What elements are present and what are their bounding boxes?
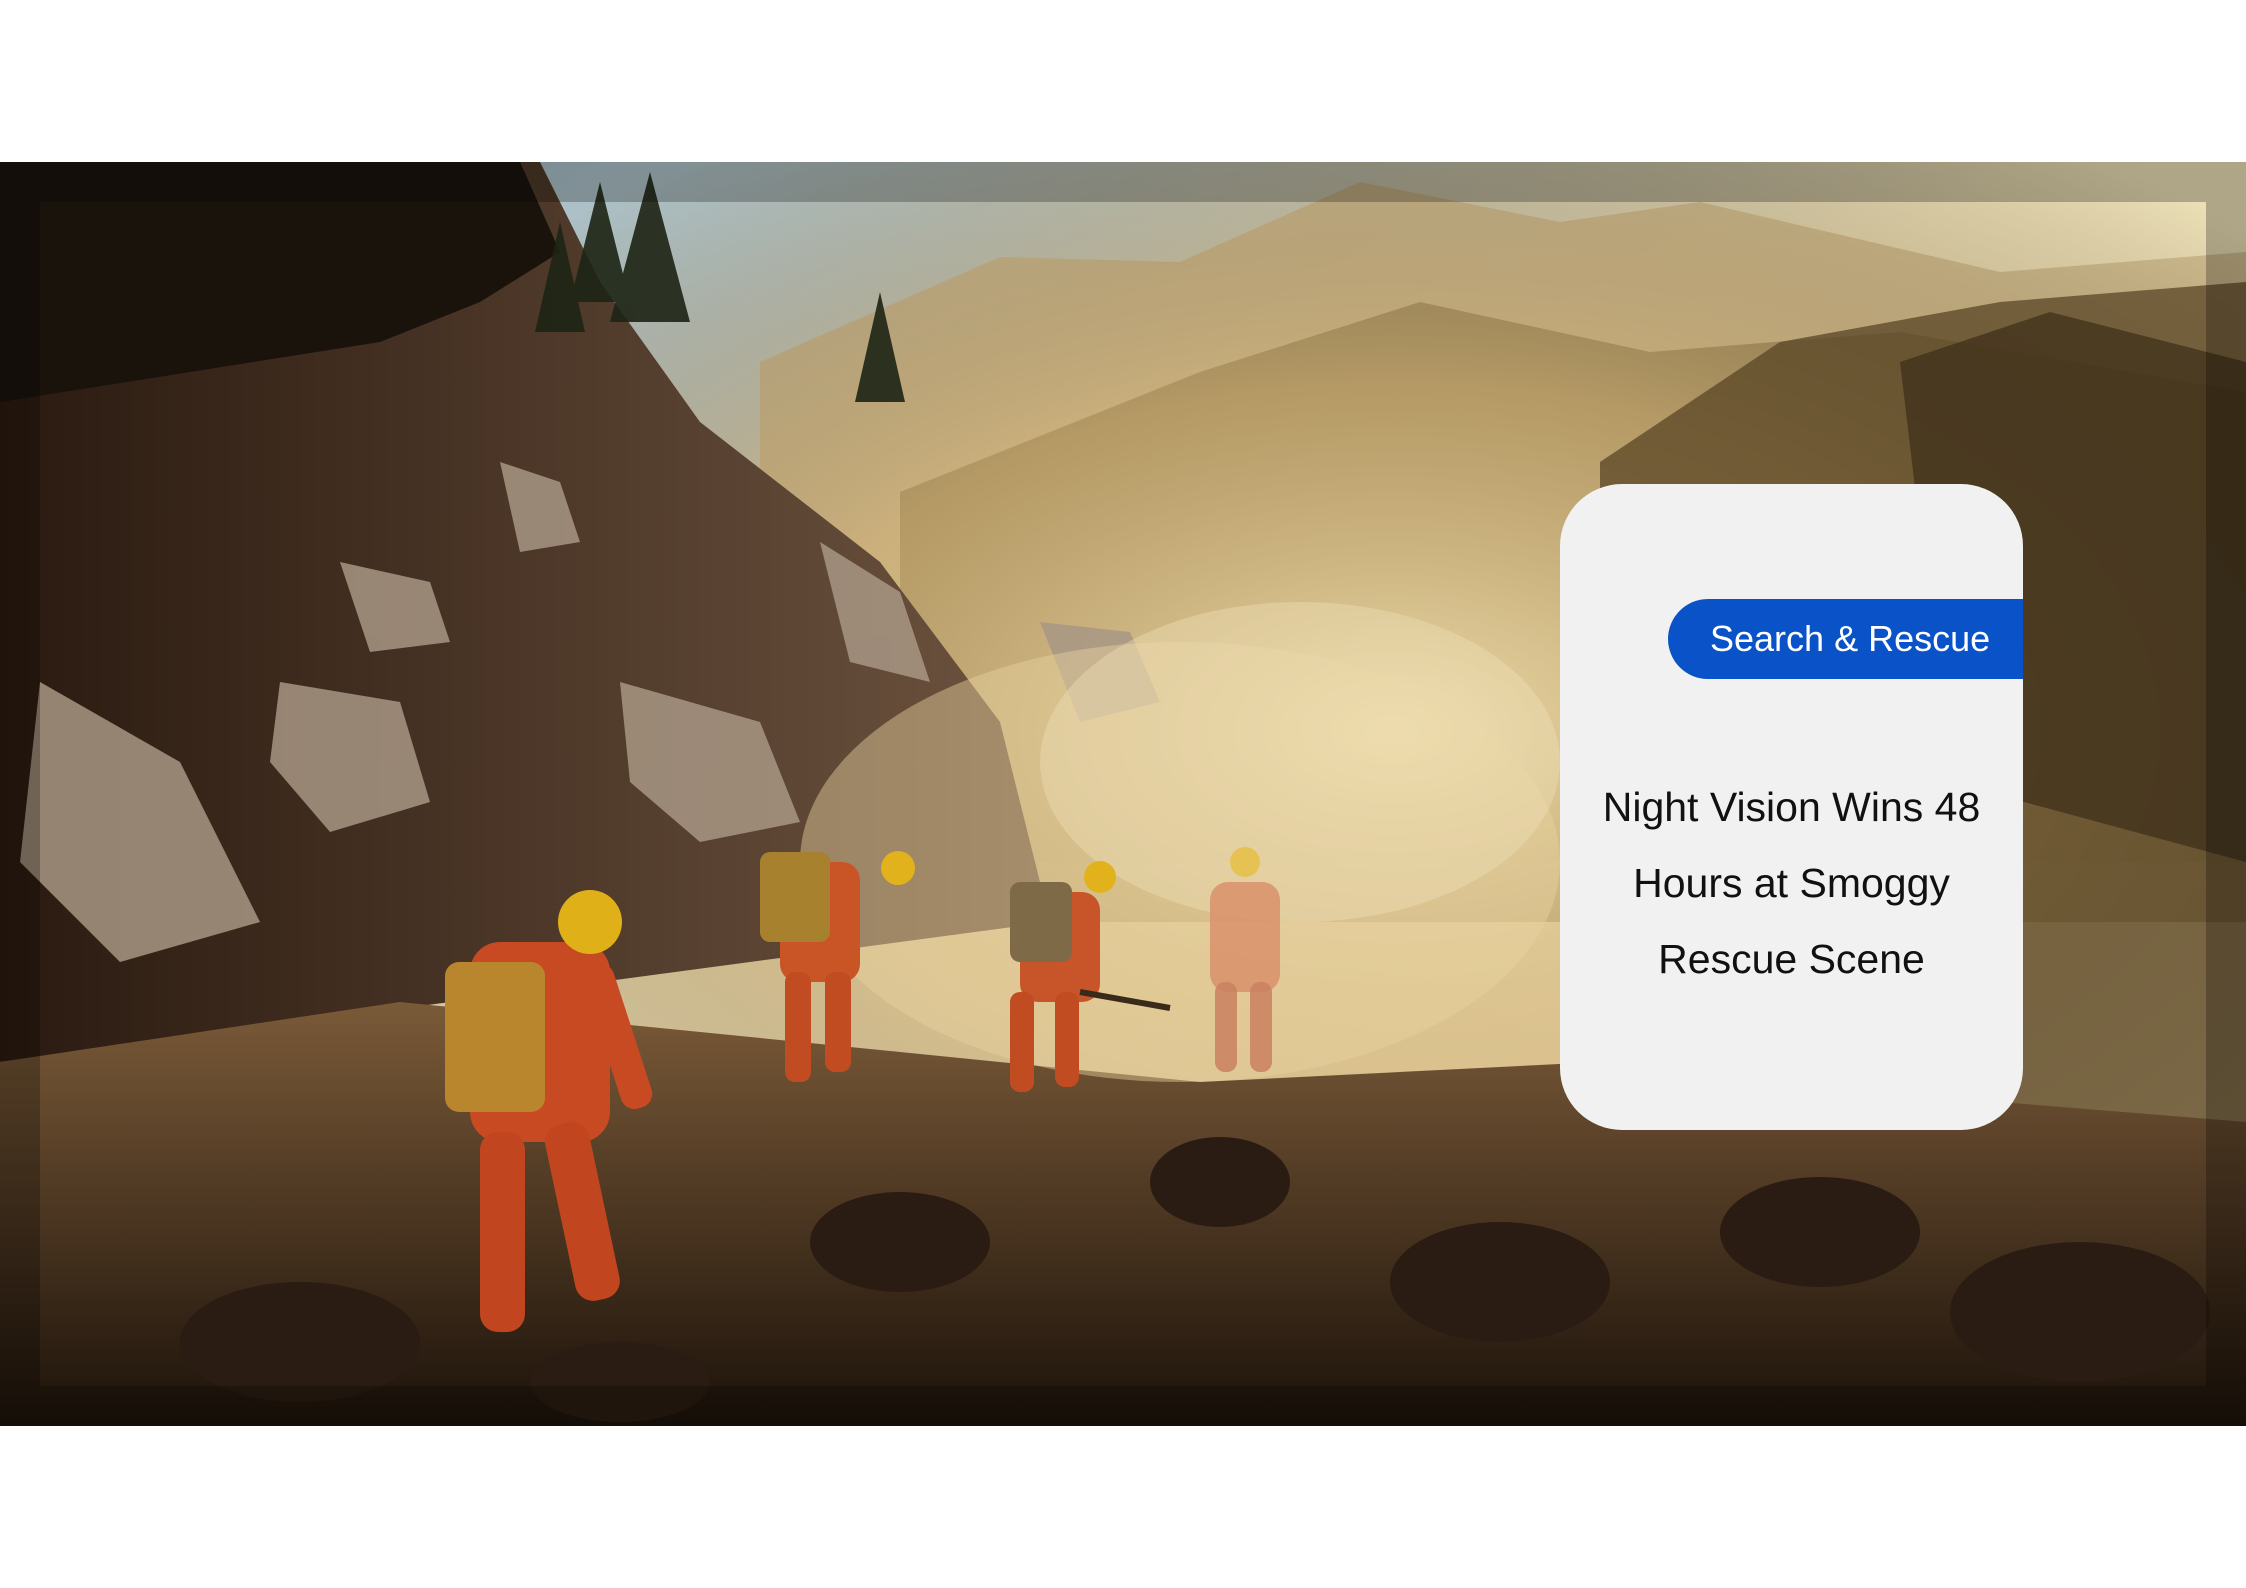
headline-line-1: Night Vision Wins 48: [1602, 784, 1981, 830]
category-tag: Search & Rescue: [1668, 599, 2023, 679]
headline-line-3: Rescue Scene: [1658, 936, 1925, 982]
slide-page: Search & Rescue Night Vision Wins 48 Hou…: [0, 0, 2246, 1588]
headline-line-2: Hours at Smoggy: [1633, 860, 1950, 906]
headline-card: Search & Rescue Night Vision Wins 48 Hou…: [1560, 484, 2023, 1130]
headline-text: Night Vision Wins 48 Hours at Smoggy Res…: [1580, 769, 2003, 997]
